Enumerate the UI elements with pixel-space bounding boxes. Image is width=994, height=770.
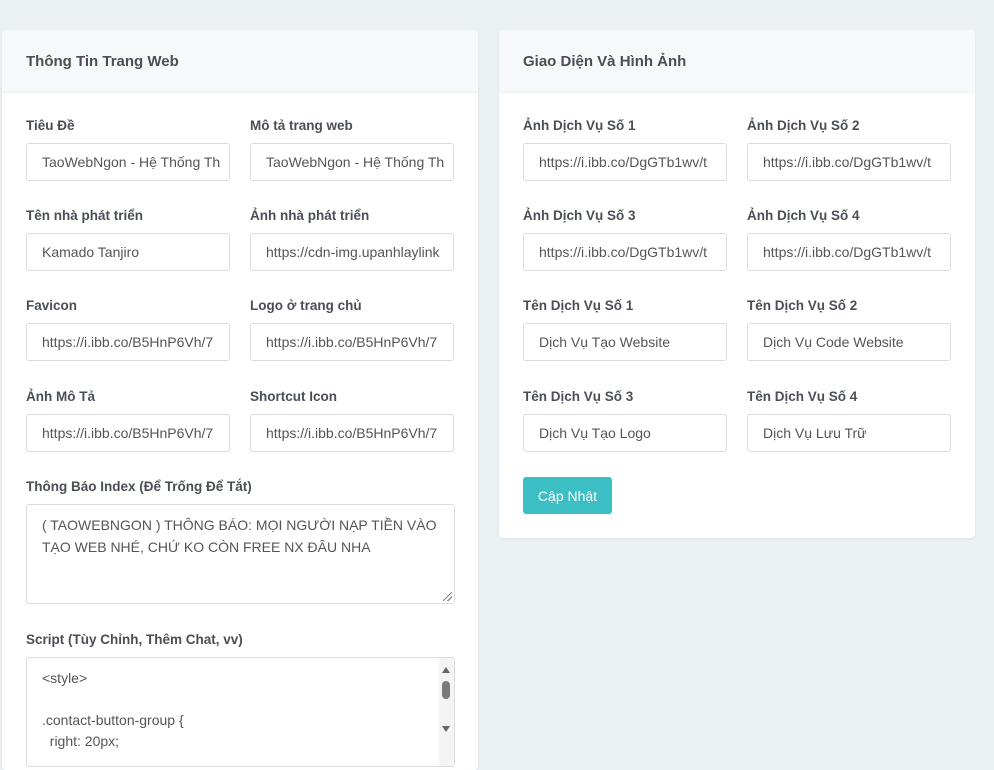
developer-image-input[interactable]: https://cdn-img.upanhlaylink: [250, 233, 454, 271]
service-name-2-field-group: Tên Dịch Vụ Số 2 Dịch Vụ Code Website: [747, 298, 951, 361]
favicon-input[interactable]: https://i.ibb.co/B5HnP6Vh/7: [26, 323, 230, 361]
service-name-1-input[interactable]: Dịch Vụ Tạo Website: [523, 323, 727, 361]
site-info-card: Thông Tin Trang Web Tiêu Đề TaoWebNgon -…: [2, 30, 478, 770]
script-content: <style> .contact-button-group { right: 2…: [27, 658, 454, 752]
developer-name-label: Tên nhà phát triển: [26, 208, 144, 223]
service-image-4-field-group: Ảnh Dịch Vụ Số 4 https://i.ibb.co/DgGTb1…: [747, 208, 951, 271]
service-image-2-field-group: Ảnh Dịch Vụ Số 2 https://i.ibb.co/DgGTb1…: [747, 118, 951, 181]
notice-field-group: Thông Báo Index (Để Trống Để Tắt) ( TAOW…: [26, 479, 455, 604]
service-image-3-field-group: Ảnh Dịch Vụ Số 3 https://i.ibb.co/DgGTb1…: [523, 208, 727, 271]
description-input[interactable]: TaoWebNgon - Hệ Thống Th: [250, 143, 454, 181]
notice-text: ( TAOWEBNGON ) THÔNG BÁO: MỌI NGƯỜI NẠP …: [42, 517, 437, 555]
script-textarea[interactable]: <style> .contact-button-group { right: 2…: [26, 657, 455, 767]
script-label: Script (Tùy Chỉnh, Thêm Chat, vv): [26, 632, 243, 647]
service-image-3-input[interactable]: https://i.ibb.co/DgGTb1wv/t: [523, 233, 727, 271]
script-line: .contact-button-group {: [42, 712, 184, 728]
service-name-3-label: Tên Dịch Vụ Số 3: [523, 389, 634, 404]
favicon-field-group: Favicon https://i.ibb.co/B5HnP6Vh/7: [26, 298, 230, 361]
service-image-1-input[interactable]: https://i.ibb.co/DgGTb1wv/t: [523, 143, 727, 181]
script-line: right: 20px;: [42, 733, 120, 749]
shortcut-icon-input[interactable]: https://i.ibb.co/B5HnP6Vh/7: [250, 414, 454, 452]
scroll-thumb[interactable]: [442, 681, 450, 699]
scroll-down-arrow-icon[interactable]: [442, 726, 450, 732]
home-logo-input[interactable]: https://i.ibb.co/B5HnP6Vh/7: [250, 323, 454, 361]
site-info-card-title: Thông Tin Trang Web: [2, 30, 478, 93]
service-name-4-input[interactable]: Dịch Vụ Lưu Trữ: [747, 414, 951, 452]
resize-grip-icon[interactable]: [443, 592, 452, 601]
service-image-1-label: Ảnh Dịch Vụ Số 1: [523, 118, 636, 133]
developer-name-field-group: Tên nhà phát triển Kamado Tanjiro: [26, 208, 230, 271]
service-name-2-input[interactable]: Dịch Vụ Code Website: [747, 323, 951, 361]
service-name-4-field-group: Tên Dịch Vụ Số 4 Dịch Vụ Lưu Trữ: [747, 389, 951, 452]
description-field-group: Mô tả trang web TaoWebNgon - Hệ Thống Th: [250, 118, 454, 181]
service-name-1-field-group: Tên Dịch Vụ Số 1 Dịch Vụ Tạo Website: [523, 298, 727, 361]
service-name-1-label: Tên Dịch Vụ Số 1: [523, 298, 634, 313]
script-field-group: Script (Tùy Chỉnh, Thêm Chat, vv) <style…: [26, 632, 455, 767]
script-line: [42, 689, 424, 710]
notice-textarea[interactable]: ( TAOWEBNGON ) THÔNG BÁO: MỌI NGƯỜI NẠP …: [26, 504, 455, 604]
description-image-input[interactable]: https://i.ibb.co/B5HnP6Vh/7: [26, 414, 230, 452]
description-image-field-group: Ảnh Mô Tả https://i.ibb.co/B5HnP6Vh/7: [26, 389, 230, 452]
shortcut-icon-label: Shortcut Icon: [250, 389, 337, 404]
script-line: <style>: [42, 670, 88, 686]
service-name-4-label: Tên Dịch Vụ Số 4: [747, 389, 858, 404]
service-image-4-label: Ảnh Dịch Vụ Số 4: [747, 208, 860, 223]
service-image-2-label: Ảnh Dịch Vụ Số 2: [747, 118, 860, 133]
title-field-group: Tiêu Đề TaoWebNgon - Hệ Thống Th: [26, 118, 230, 181]
home-logo-label: Logo ở trang chủ: [250, 298, 362, 313]
update-button[interactable]: Cập Nhật: [523, 477, 612, 514]
service-image-3-label: Ảnh Dịch Vụ Số 3: [523, 208, 636, 223]
service-image-4-input[interactable]: https://i.ibb.co/DgGTb1wv/t: [747, 233, 951, 271]
service-name-3-input[interactable]: Dịch Vụ Tạo Logo: [523, 414, 727, 452]
appearance-card-title: Giao Diện Và Hình Ảnh: [499, 30, 975, 93]
notice-label: Thông Báo Index (Để Trống Để Tắt): [26, 479, 252, 494]
description-image-label: Ảnh Mô Tả: [26, 389, 95, 404]
title-label: Tiêu Đề: [26, 118, 75, 133]
developer-name-input[interactable]: Kamado Tanjiro: [26, 233, 230, 271]
developer-image-label: Ảnh nhà phát triển: [250, 208, 370, 223]
service-image-1-field-group: Ảnh Dịch Vụ Số 1 https://i.ibb.co/DgGTb1…: [523, 118, 727, 181]
scroll-up-arrow-icon[interactable]: [442, 667, 450, 673]
script-scrollbar[interactable]: [439, 658, 454, 766]
shortcut-icon-field-group: Shortcut Icon https://i.ibb.co/B5HnP6Vh/…: [250, 389, 454, 452]
title-input[interactable]: TaoWebNgon - Hệ Thống Th: [26, 143, 230, 181]
developer-image-field-group: Ảnh nhà phát triển https://cdn-img.upanh…: [250, 208, 454, 271]
appearance-card: Giao Diện Và Hình Ảnh Ảnh Dịch Vụ Số 1 h…: [499, 30, 975, 538]
service-name-3-field-group: Tên Dịch Vụ Số 3 Dịch Vụ Tạo Logo: [523, 389, 727, 452]
home-logo-field-group: Logo ở trang chủ https://i.ibb.co/B5HnP6…: [250, 298, 454, 361]
service-name-2-label: Tên Dịch Vụ Số 2: [747, 298, 858, 313]
description-label: Mô tả trang web: [250, 118, 353, 133]
favicon-label: Favicon: [26, 298, 78, 313]
service-image-2-input[interactable]: https://i.ibb.co/DgGTb1wv/t: [747, 143, 951, 181]
